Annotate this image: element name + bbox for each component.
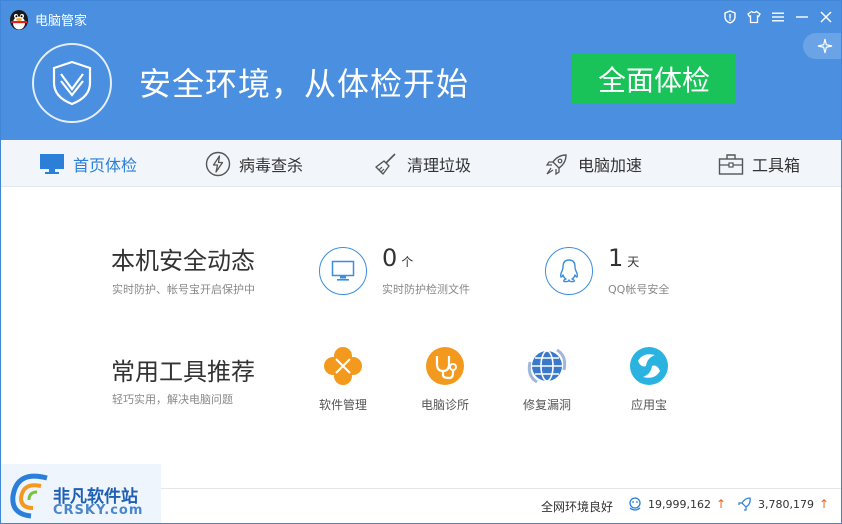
- tab-label: 清理垃圾: [407, 155, 472, 175]
- monitor-icon: [40, 153, 64, 174]
- rocket-small-icon: [738, 497, 751, 511]
- tab-label: 首页体检: [73, 155, 138, 175]
- shield-logo-icon: [52, 60, 92, 106]
- header-banner: 电脑管家 安全环境，从体检开始 全面体检: [1, 1, 841, 140]
- account-safe-days: 1天: [608, 244, 639, 272]
- account-safe-label: QQ帐号安全: [608, 283, 670, 296]
- hamburger-menu-icon: [772, 12, 784, 22]
- qq-account-icon-circle[interactable]: [545, 247, 593, 295]
- main-nav: 首页体检 病毒查杀 清理垃圾 电脑加速 工具箱: [1, 140, 841, 187]
- tool-label: 软件管理: [318, 398, 367, 412]
- feature-sparkle-button[interactable]: [803, 33, 841, 59]
- tool-app-store[interactable]: 应用宝: [609, 346, 689, 413]
- tool-label: 修复漏洞: [522, 398, 571, 412]
- security-shield-badge: [32, 43, 112, 123]
- stat-value: 0: [382, 244, 398, 272]
- window-controls: [721, 8, 835, 26]
- tab-label: 工具箱: [752, 155, 801, 175]
- close-button[interactable]: [817, 8, 835, 26]
- swirl-logo-icon: [10, 473, 48, 519]
- qq-penguin-logo-icon: [10, 10, 28, 30]
- app-store-icon: [629, 346, 669, 386]
- watermark-url: CRSKY.com: [53, 503, 144, 518]
- tab-home-checkup[interactable]: 首页体检: [39, 140, 137, 187]
- shield-info-button[interactable]: [721, 8, 739, 26]
- stat-value: 1: [608, 244, 624, 272]
- tab-label: 电脑加速: [578, 155, 643, 175]
- security-section-title: 本机安全动态: [111, 247, 255, 275]
- scanned-files-count: 0个: [382, 244, 413, 272]
- tools-section-title: 常用工具推荐: [111, 358, 255, 386]
- shield-info-icon: [724, 10, 736, 24]
- up-arrow-icon: ↑: [818, 497, 830, 511]
- tool-software-manager[interactable]: 软件管理: [303, 346, 383, 413]
- close-icon: [820, 11, 832, 23]
- stethoscope-icon: [425, 346, 465, 386]
- stat-unit: 个: [401, 255, 414, 269]
- tools-section-subtitle: 轻巧实用，解决电脑问题: [112, 393, 233, 406]
- network-status-text: 全网环境良好: [541, 500, 614, 514]
- lightning-icon: [205, 151, 231, 176]
- scanned-files-label: 实时防护检测文件: [382, 283, 470, 296]
- footer-stat-protected: 3,780,179 ↑: [737, 496, 829, 512]
- footer-stat-users: 19,999,162 ↑: [627, 496, 726, 512]
- site-watermark: 非凡软件站 CRSKY.com: [1, 464, 161, 523]
- monitor-icon: [331, 260, 355, 281]
- penguin-small-icon: [629, 497, 641, 511]
- security-section-subtitle: 实时防护、帐号宝开启保护中: [112, 283, 255, 296]
- tab-label: 病毒查杀: [239, 155, 304, 175]
- menu-button[interactable]: [769, 8, 787, 26]
- sparkle-icon: [817, 38, 833, 54]
- tab-clean-junk[interactable]: 清理垃圾: [373, 140, 471, 187]
- tool-label: 电脑诊所: [420, 398, 469, 412]
- tool-pc-clinic[interactable]: 电脑诊所: [405, 346, 485, 413]
- tab-virus-scan[interactable]: 病毒查杀: [205, 140, 303, 187]
- title-bar[interactable]: 电脑管家: [1, 1, 841, 35]
- tool-fix-vulnerabilities[interactable]: 修复漏洞: [507, 346, 587, 413]
- tab-speed-up[interactable]: 电脑加速: [544, 140, 642, 187]
- footer-stat-value: 19,999,162: [648, 497, 711, 511]
- app-window: 电脑管家 安全环境，从体检开始 全面体检 首页体检 病毒查杀 清理垃圾 电脑加速…: [0, 0, 842, 524]
- minimize-button[interactable]: [793, 8, 811, 26]
- toolbox-icon: [718, 153, 744, 175]
- stat-unit: 天: [627, 255, 640, 269]
- tab-toolbox[interactable]: 工具箱: [718, 140, 800, 187]
- tshirt-icon: [747, 10, 761, 24]
- clover-icon: [323, 346, 363, 386]
- minimize-icon: [796, 16, 808, 18]
- rocket-icon: [545, 153, 567, 175]
- footer-stat-value: 3,780,179: [758, 497, 814, 511]
- banner-slogan: 安全环境，从体检开始: [139, 65, 470, 103]
- full-scan-button[interactable]: 全面体检: [572, 54, 736, 103]
- qq-penguin-icon: [559, 259, 579, 283]
- tool-label: 应用宝: [630, 398, 667, 412]
- up-arrow-icon: ↑: [715, 497, 727, 511]
- realtime-protection-icon-circle[interactable]: [319, 247, 367, 295]
- repair-globe-icon: [527, 346, 567, 386]
- broom-icon: [375, 152, 396, 175]
- app-title: 电脑管家: [35, 14, 88, 29]
- skin-button[interactable]: [745, 8, 763, 26]
